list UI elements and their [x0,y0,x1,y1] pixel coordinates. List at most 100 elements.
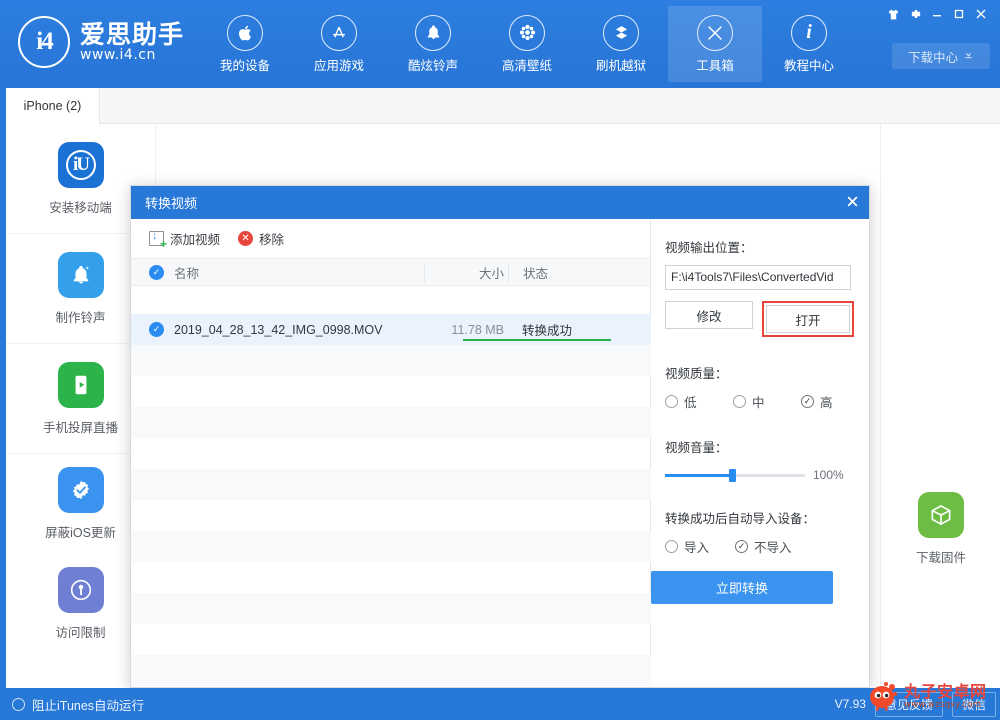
video-quality-section: 视频质量： 低 中 ✓ 高 [665,363,869,411]
remove-label: 移除 [259,233,285,247]
auto-import-option-yes[interactable]: 导入 [665,537,735,556]
column-header-name: 名称 [174,266,200,281]
main-navigation: 我的设备 应用游戏 酷炫铃声 高清壁纸 刷机越狱 工具箱 i 教程中心 [198,6,856,82]
settings-panel: 视频输出位置： F:\i4Tools7\Files\ConvertedVid 修… [651,219,869,689]
sidebar-item-download-firmware[interactable]: 下载固件 [881,492,1000,566]
firmware-box-icon [918,492,964,538]
auto-import-option-no[interactable]: ✓ 不导入 [735,537,815,556]
nav-label: 教程中心 [783,58,834,73]
nav-item-wallpapers[interactable]: 高清壁纸 [480,6,574,82]
add-video-label: 添加视频 [170,233,221,247]
table-row-empty [131,593,651,624]
output-location-label: 视频输出位置： [665,241,753,255]
output-path-input[interactable]: F:\i4Tools7\Files\ConvertedVid [665,265,851,290]
open-folder-button[interactable]: 打开 [766,305,850,333]
nav-item-apps-games[interactable]: 应用游戏 [292,6,386,82]
radio-checked-icon: ✓ [735,540,748,553]
app-logo: i4 爱思助手 www.i4.cn [18,16,184,68]
remove-circle-icon: ✕ [238,231,254,246]
auto-import-section: 转换成功后自动导入设备： 导入 ✓ 不导入 [665,508,869,556]
status-bar: 阻止iTunes自动运行 V7.93 意见反馈 微信 [0,688,1000,720]
status-bar-right: V7.93 意见反馈 微信 [835,688,996,720]
add-file-icon [149,231,167,250]
block-update-icon [57,467,104,513]
modify-path-button[interactable]: 修改 [665,301,753,329]
i4tools-window: i4 爱思助手 www.i4.cn 我的设备 应用游戏 酷炫铃声 高清壁纸 刷机… [0,0,1000,720]
maximize-icon[interactable] [948,3,970,25]
bell-icon [415,14,451,51]
quality-label: 高 [820,396,833,410]
screen-cast-icon [57,361,104,408]
modify-label: 修改 [696,309,722,324]
wechat-button[interactable]: 微信 [951,691,996,717]
right-item-label: 下载固件 [915,551,966,565]
quality-option-low[interactable]: 低 [665,392,733,411]
table-row-empty [131,345,651,376]
row-file-name: 2019_04_28_13_42_IMG_0998.MOV [174,322,383,337]
logo-mark-icon: i4 [18,16,70,68]
auto-import-option-label: 导入 [684,541,710,555]
open-folder-highlight: 打开 [762,301,854,337]
quality-option-high[interactable]: ✓ 高 [801,392,869,411]
quality-label: 中 [752,396,765,410]
table-row-empty [131,438,651,469]
column-header-size: 大小 [424,262,508,282]
download-center-label: 下载中心 [907,50,958,65]
quality-label: 低 [684,396,697,410]
nav-item-tutorials[interactable]: i 教程中心 [762,6,856,82]
itunes-block-toggle[interactable]: 阻止iTunes自动运行 [12,695,144,714]
row-checkbox[interactable]: ✓ [149,322,164,337]
table-row[interactable]: ✓ 2019_04_28_13_42_IMG_0998.MOV 11.78 MB… [131,314,651,345]
volume-slider-handle[interactable] [729,468,736,482]
download-center-button[interactable]: 下载中心 [892,43,990,69]
nav-label: 刷机越狱 [595,58,646,73]
logo-mark-text: i4 [36,28,54,55]
sidebar-item-label: 屏蔽iOS更新 [45,526,116,540]
video-quality-label: 视频质量： [665,367,728,381]
window-controls [882,2,992,26]
convert-video-dialog: 转换视频 添加视频 ✕ 移除 [130,185,870,689]
minimize-icon[interactable] [926,3,948,25]
table-row-empty [131,407,651,438]
download-arrow-icon [963,49,974,63]
remove-button[interactable]: ✕ 移除 [238,229,284,248]
table-row-empty [131,624,651,655]
select-all-checkbox[interactable]: ✓ [149,264,164,280]
dropbox-icon [603,14,639,51]
nav-item-toolbox[interactable]: 工具箱 [668,6,762,82]
radio-circle-icon [665,395,678,408]
logo-url: www.i4.cn [80,46,156,63]
nav-label: 工具箱 [696,58,734,73]
video-list-panel: 添加视频 ✕ 移除 ✓ 名称 大小 状态 [131,219,651,689]
feedback-button[interactable]: 意见反馈 [874,691,943,717]
quality-option-medium[interactable]: 中 [733,392,801,411]
table-row-empty [131,376,651,407]
table-row-empty [131,562,651,593]
table-row-empty [131,531,651,562]
gear-icon[interactable] [904,3,926,25]
tab-iphone[interactable]: iPhone (2) [6,88,100,124]
sidebar-item-label: 手机投屏直播 [42,420,118,435]
skin-icon[interactable] [882,3,904,25]
version-label: V7.93 [834,697,866,711]
table-row-empty [131,655,651,686]
nav-item-my-device[interactable]: 我的设备 [198,6,292,82]
close-icon[interactable] [970,3,992,25]
nav-label: 我的设备 [219,58,270,73]
nav-item-flash-jailbreak[interactable]: 刷机越狱 [574,6,668,82]
list-toolbar: 添加视频 ✕ 移除 [131,219,650,258]
info-icon: i [791,14,827,51]
open-label: 打开 [795,313,821,328]
convert-now-button[interactable]: 立即转换 [651,571,833,604]
appstore-icon [321,14,357,51]
volume-slider[interactable] [665,468,805,482]
video-volume-label: 视频音量： [665,441,728,455]
nav-label: 高清壁纸 [501,58,552,73]
apple-icon [227,14,263,51]
close-icon[interactable] [839,189,865,214]
sidebar-item-label: 安装移动端 [49,200,112,215]
nav-item-ringtones[interactable]: 酷炫铃声 [386,6,480,82]
auto-import-option-label: 不导入 [754,541,792,555]
column-header-status: 状态 [508,262,598,282]
add-video-button[interactable]: 添加视频 [149,229,221,250]
